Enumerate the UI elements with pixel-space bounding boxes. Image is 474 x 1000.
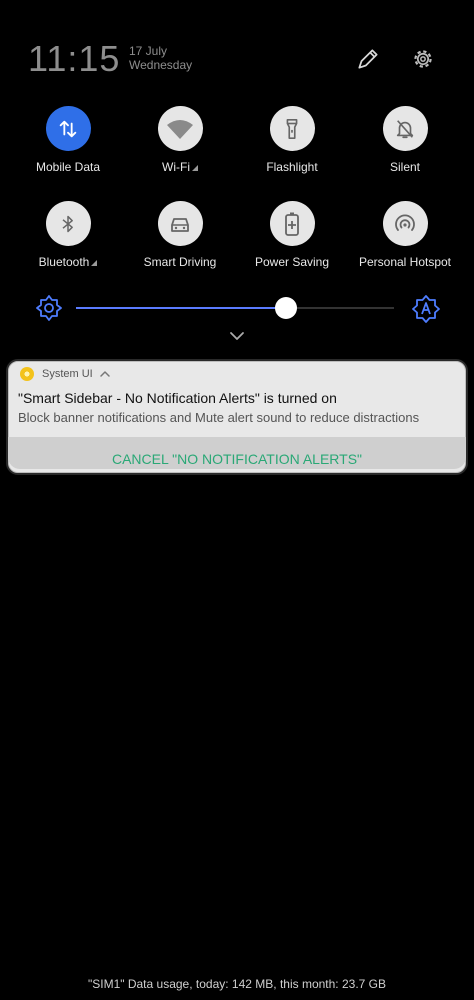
battery-plus-icon [285,212,299,236]
personal-hotspot-toggle[interactable] [382,201,428,246]
wifi-icon [167,119,193,139]
power-saving-toggle[interactable] [269,201,315,246]
chevron-down-icon[interactable] [228,329,246,343]
brightness-low-icon [36,295,62,321]
silent-icon [396,119,414,138]
bluetooth-toggle[interactable] [45,201,91,246]
tile-wifi[interactable]: Wi-Fi [124,106,236,174]
chevron-up-icon[interactable] [99,369,111,379]
tile-flashlight[interactable]: Flashlight [236,106,348,174]
expand-triangle-icon [191,165,198,171]
notification-app-name: System UI [42,368,93,380]
tile-label-text: Bluetooth [38,255,90,269]
tile-label-text: Wi-Fi [162,160,190,174]
tile-label: Smart Driving [143,255,217,269]
tile-personal-hotspot[interactable]: Personal Hotspot [349,201,461,269]
notification-card[interactable]: System UI "Smart Sidebar - No Notificati… [6,359,468,475]
tile-label: Flashlight [266,160,318,174]
tile-bluetooth[interactable]: Bluetooth [12,201,124,269]
data-usage-footer: "SIM1" Data usage, today: 142 MB, this m… [87,977,386,991]
notification-body: Block banner notifications and Mute aler… [18,410,420,425]
tile-mobile-data[interactable]: Mobile Data [12,106,124,174]
silent-toggle[interactable] [382,106,428,151]
gear-icon[interactable] [410,46,436,72]
car-icon [171,217,189,232]
flashlight-toggle[interactable] [269,106,315,151]
auto-brightness-icon[interactable] [412,295,440,323]
tile-label: Personal Hotspot [358,255,452,269]
tile-label: Silent [389,160,421,174]
tile-smart-driving[interactable]: Smart Driving [124,201,236,269]
notification-header: System UI [20,365,111,383]
smart-driving-toggle[interactable] [157,201,203,246]
tile-silent[interactable]: Silent [349,106,461,174]
mobile-data-icon [59,120,77,137]
system-ui-app-icon [20,367,34,381]
flashlight-icon [286,118,298,139]
clock: 11:15 [28,38,121,79]
notification-action-bar: CANCEL "NO NOTIFICATION ALERTS" [8,437,466,469]
date-day: 17 July [129,44,168,58]
date: 17 July Wednesday [129,44,192,72]
tile-label: Power Saving [254,255,330,269]
tile-power-saving[interactable]: Power Saving [236,201,348,269]
hotspot-icon [395,214,415,231]
tile-label: Wi-Fi [124,160,236,174]
brightness-slider-thumb[interactable] [275,297,297,319]
tile-label: Mobile Data [35,160,101,174]
brightness-slider-fill [76,307,286,309]
cancel-no-notification-alerts-button[interactable]: CANCEL "NO NOTIFICATION ALERTS" [8,451,466,467]
mobile-data-toggle[interactable] [45,106,91,151]
date-weekday: Wednesday [129,58,193,72]
brightness-slider[interactable] [76,297,394,319]
edit-pencil-icon[interactable] [355,46,381,72]
tile-label: Bluetooth [12,255,124,269]
notification-title: "Smart Sidebar - No Notification Alerts"… [18,390,337,406]
wifi-toggle[interactable] [157,106,203,151]
expand-triangle-icon [91,260,98,266]
bluetooth-icon [62,215,73,232]
